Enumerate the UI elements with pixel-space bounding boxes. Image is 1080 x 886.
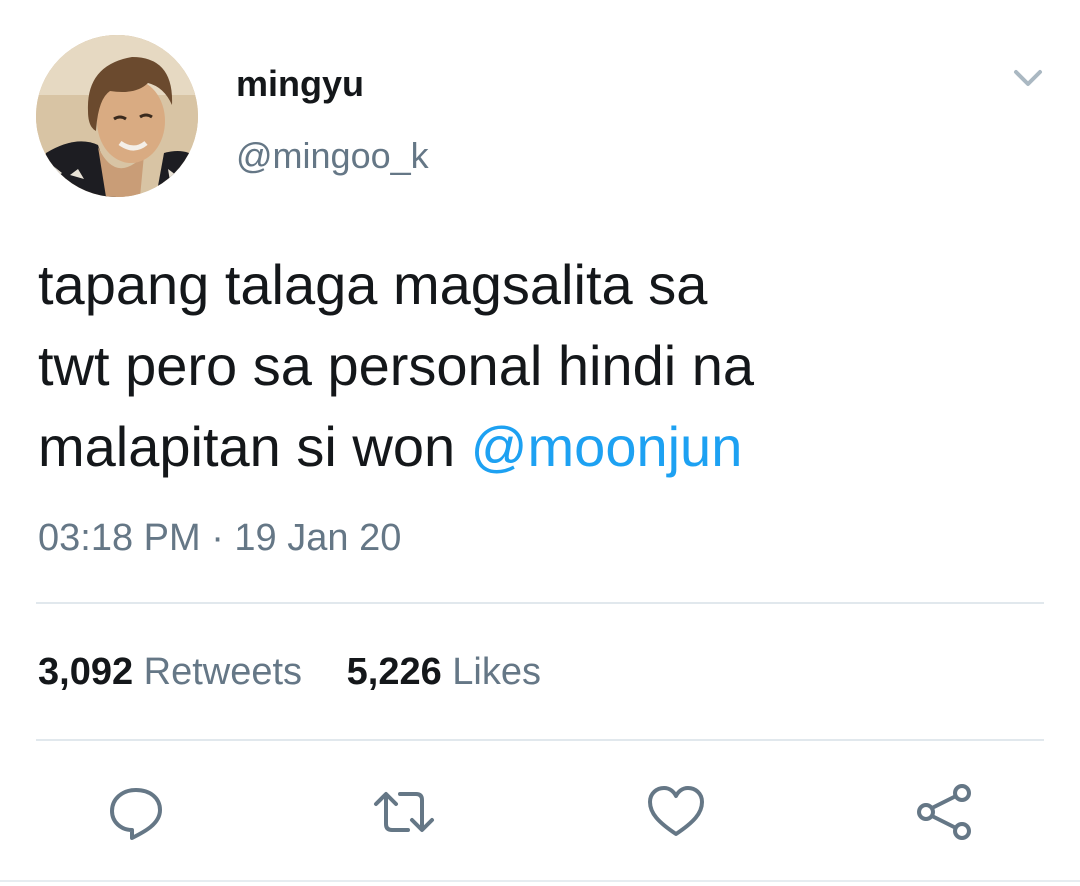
chevron-down-icon[interactable] [1008,62,1048,96]
divider [36,602,1044,604]
engagement-stats: 3,092 Retweets 5,226 Likes [38,648,541,696]
profile-photo-icon [36,35,198,197]
avatar[interactable] [36,35,198,197]
tweet-text-line: malapitan si won @moonjun [38,406,1048,487]
mention-link[interactable]: @moonjun [471,415,743,478]
likes-count: 5,226 [346,651,442,693]
retweets-label: Retweets [143,651,303,693]
display-name[interactable]: mingyu [236,62,364,106]
reply-icon [110,788,162,840]
like-button[interactable] [644,780,708,844]
user-handle[interactable]: @mingoo_k [236,134,429,178]
likes-stat[interactable]: 5,226 Likes [347,648,541,696]
tweet-timestamp[interactable]: 03:18 PM · 19 Jan 20 [38,515,401,561]
reply-button[interactable] [104,780,168,844]
tweet-text: tapang talaga magsalita sa twt pero sa p… [38,244,1048,487]
retweet-button[interactable] [372,780,436,844]
tweet-text-segment: malapitan si won [38,415,471,478]
retweets-count: 3,092 [38,651,134,693]
like-heart-icon [648,786,704,836]
retweet-icon [374,792,434,832]
divider [0,880,1080,882]
share-button[interactable] [912,780,976,844]
tweet-text-line: twt pero sa personal hindi na [38,334,754,397]
likes-label: Likes [452,651,541,693]
tweet-text-line: tapang talaga magsalita sa [38,253,708,316]
share-icon [917,784,971,840]
divider [36,739,1044,741]
retweets-stat[interactable]: 3,092 Retweets [38,648,302,696]
